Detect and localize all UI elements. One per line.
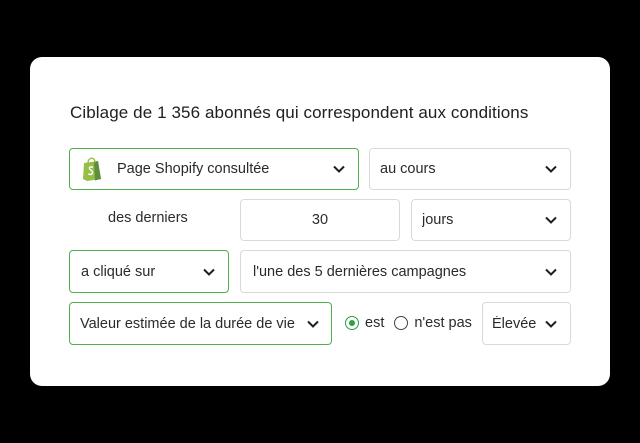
segment-card: Ciblage de 1 356 abonnés qui corresponde…	[30, 57, 610, 386]
chevron-down-icon	[332, 162, 346, 176]
campaign-select-value: l'une des 5 dernières campagnes	[253, 263, 467, 280]
level-select[interactable]: Élevée	[482, 302, 571, 345]
radio-label-est: est	[365, 315, 385, 331]
page-title: Ciblage de 1 356 abonnés qui corresponde…	[70, 103, 529, 122]
level-select-value: Élevée	[492, 315, 537, 332]
property-select[interactable]: Valeur estimée de la durée de vie	[69, 302, 332, 345]
event-select-value: Page Shopify consultée	[117, 161, 270, 177]
operator-radio-group: est n'est pas	[345, 315, 472, 331]
radio-checked-icon[interactable]	[345, 316, 359, 330]
chevron-down-icon	[306, 317, 320, 331]
timeframe-select-value: au cours	[380, 161, 436, 177]
shopify-bag-icon	[81, 157, 103, 182]
number-input[interactable]: 30	[240, 199, 400, 241]
unit-select-value: jours	[422, 212, 454, 228]
campaign-select[interactable]: l'une des 5 dernières campagnes	[240, 250, 571, 293]
radio-label-nest-pas: n'est pas	[414, 315, 472, 331]
chevron-down-icon	[544, 213, 558, 227]
prefix-text: des derniers	[108, 210, 188, 226]
chevron-down-icon	[544, 162, 558, 176]
number-input-value: 30	[311, 212, 329, 228]
event-select[interactable]: Page Shopify consultée	[69, 148, 359, 190]
radio-option-nest-pas[interactable]: n'est pas	[394, 315, 472, 331]
timeframe-select[interactable]: au cours	[369, 148, 571, 190]
unit-select[interactable]: jours	[411, 199, 571, 241]
chevron-down-icon	[544, 265, 558, 279]
action-select[interactable]: a cliqué sur	[69, 250, 229, 293]
property-select-value: Valeur estimée de la durée de vie	[80, 315, 295, 332]
chevron-down-icon	[202, 265, 216, 279]
radio-option-est[interactable]: est	[345, 315, 384, 331]
chevron-down-icon	[544, 317, 558, 331]
action-select-value: a cliqué sur	[81, 263, 156, 280]
radio-unchecked-icon[interactable]	[394, 316, 409, 330]
